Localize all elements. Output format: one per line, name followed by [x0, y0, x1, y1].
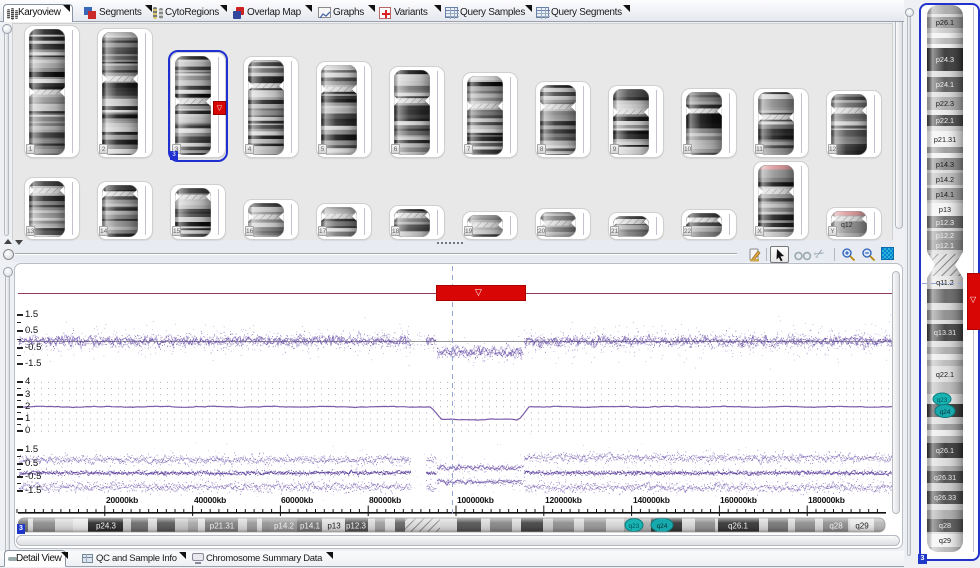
svg-text:q26.31: q26.31	[934, 473, 956, 482]
svg-text:p13: p13	[939, 205, 951, 214]
svg-text:q28: q28	[939, 521, 951, 530]
svg-text:q24: q24	[940, 409, 951, 416]
svg-text:p21.31: p21.31	[934, 135, 956, 144]
svg-text:p22.1: p22.1	[936, 116, 954, 125]
svg-text:p12.2: p12.2	[936, 231, 954, 240]
svg-text:q29: q29	[939, 536, 951, 545]
svg-text:p12.3: p12.3	[936, 218, 954, 227]
svg-text:q23: q23	[937, 397, 948, 404]
svg-text:p22.3: p22.3	[936, 99, 954, 108]
svg-text:p24.1: p24.1	[936, 80, 954, 89]
svg-text:p14.2: p14.2	[936, 175, 954, 184]
svg-text:p24.3: p24.3	[936, 55, 954, 64]
svg-text:q26.33: q26.33	[934, 493, 956, 502]
svg-text:p14.1: p14.1	[936, 190, 954, 199]
svg-text:q22.1: q22.1	[936, 370, 954, 379]
svg-text:p26.1: p26.1	[936, 18, 954, 27]
svg-text:q26.1: q26.1	[936, 446, 954, 455]
svg-text:q13.31: q13.31	[934, 328, 956, 337]
svg-text:p14.3: p14.3	[936, 160, 954, 169]
svg-text:p12.1: p12.1	[936, 241, 954, 250]
